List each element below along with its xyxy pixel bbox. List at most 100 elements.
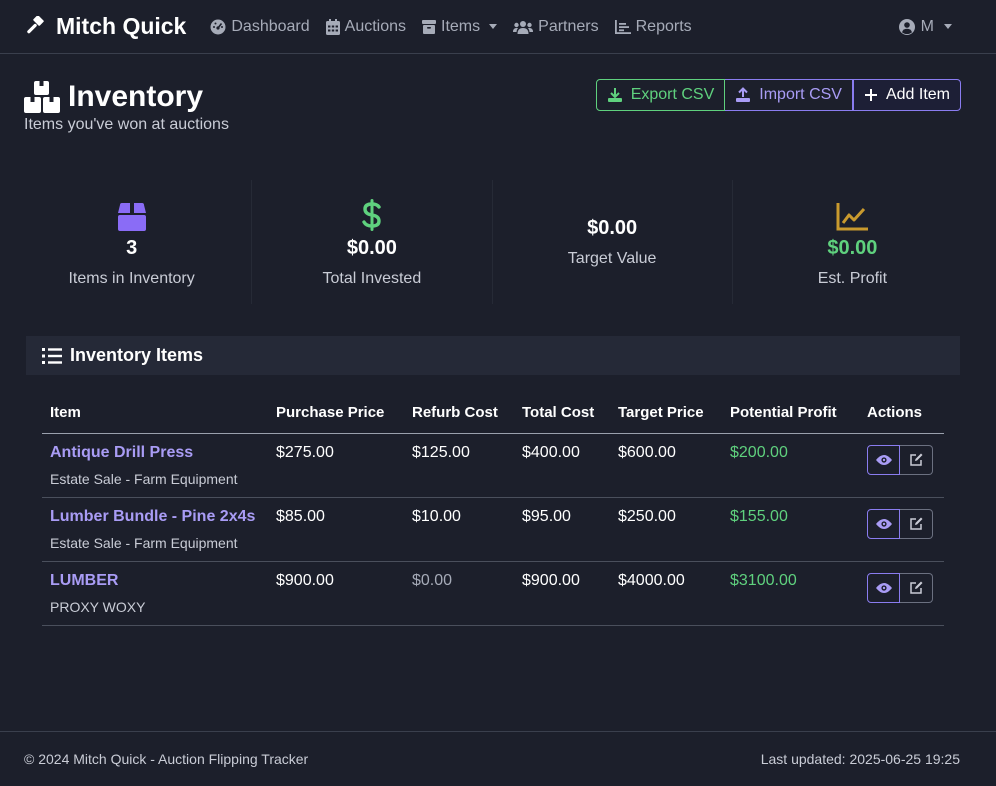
edit-item-button[interactable] xyxy=(900,444,933,475)
card-title: Inventory Items xyxy=(70,345,204,365)
nav-reports[interactable]: Reports xyxy=(614,17,692,36)
gauge-icon xyxy=(210,19,226,35)
footer: © 2024 Mitch Quick - Auction Flipping Tr… xyxy=(0,731,996,786)
item-name-link[interactable]: Antique Drill Press xyxy=(50,444,193,461)
table-row: Lumber Bundle - Pine 2x4s Estate Sale - … xyxy=(42,497,944,562)
archive-icon xyxy=(422,19,437,34)
user-circle-icon xyxy=(898,18,915,35)
view-item-button[interactable] xyxy=(867,572,900,603)
potential-profit-cell: $200.00 xyxy=(722,433,859,498)
stat-label: Items in Inventory xyxy=(68,269,195,287)
upload-icon xyxy=(735,87,751,103)
boxes-icon xyxy=(24,81,60,113)
stat-est-profit: $0.00 Est. Profit xyxy=(733,180,972,304)
edit-icon xyxy=(909,453,923,467)
nav-dashboard-label: Dashboard xyxy=(231,17,310,35)
import-csv-label: Import CSV xyxy=(759,86,842,103)
column-header-item: Item xyxy=(42,392,268,434)
item-name-link[interactable]: Lumber Bundle - Pine 2x4s xyxy=(50,508,255,525)
purchase-price-cell: $85.00 xyxy=(268,497,404,562)
edit-item-button[interactable] xyxy=(900,572,933,603)
nav-partners-label: Partners xyxy=(538,17,599,35)
footer-copyright: © 2024 Mitch Quick - Auction Flipping Tr… xyxy=(24,751,309,767)
nav-auctions-label: Auctions xyxy=(344,17,407,35)
gavel-icon xyxy=(24,15,48,38)
box-icon xyxy=(117,202,147,231)
user-menu-dropdown[interactable]: M xyxy=(898,17,952,36)
row-actions xyxy=(867,508,936,539)
stat-value: $0.00 xyxy=(827,236,878,259)
nav-reports-label: Reports xyxy=(635,17,692,35)
page-subtitle: Items you've won at auctions xyxy=(24,116,229,133)
column-header-target-price: Target Price xyxy=(610,392,722,434)
export-csv-button[interactable]: Export CSV xyxy=(595,79,726,111)
dollar-icon xyxy=(362,198,382,231)
stats-row: 3 Items in Inventory $0.00 Total Investe… xyxy=(12,180,972,304)
table-row: LUMBER PROXY WOXY $900.00 $0.00 $900.00 … xyxy=(42,561,944,626)
chart-bar-icon xyxy=(614,19,631,34)
row-actions xyxy=(867,444,936,475)
stat-items-in-inventory: 3 Items in Inventory xyxy=(12,180,253,304)
view-item-button[interactable] xyxy=(867,508,900,539)
table-header-row: Item Purchase Price Refurb Cost Total Co… xyxy=(42,392,944,434)
target-price-cell: $4000.00 xyxy=(610,561,722,626)
item-source: PROXY WOXY xyxy=(50,598,146,615)
navbar: Mitch Quick Dashboard Auctions Items Par… xyxy=(0,0,996,54)
plus-icon xyxy=(864,88,878,102)
potential-profit-cell: $3100.00 xyxy=(722,561,859,626)
stat-label: Total Invested xyxy=(322,269,422,287)
total-cost-cell: $900.00 xyxy=(514,561,610,626)
caret-down-icon xyxy=(944,24,952,29)
stat-label: Target Value xyxy=(567,249,657,267)
stat-value: 3 xyxy=(126,236,138,259)
row-actions xyxy=(867,572,936,603)
inventory-table: Item Purchase Price Refurb Cost Total Co… xyxy=(42,392,944,626)
item-name-link[interactable]: LUMBER xyxy=(50,572,118,589)
edit-item-button[interactable] xyxy=(900,508,933,539)
main-nav: Dashboard Auctions Items Partners Report… xyxy=(210,17,692,36)
purchase-price-cell: $900.00 xyxy=(268,561,404,626)
download-icon xyxy=(607,87,623,103)
page-header: Inventory Items you've won at auctions xyxy=(24,80,229,134)
eye-icon xyxy=(875,582,892,594)
edit-icon xyxy=(909,517,923,531)
refurb-cost-cell: $10.00 xyxy=(404,497,514,562)
list-icon xyxy=(42,347,62,364)
stat-value: $0.00 xyxy=(346,236,397,259)
nav-items-dropdown[interactable]: Items xyxy=(422,18,498,36)
item-source: Estate Sale - Farm Equipment xyxy=(50,534,238,551)
footer-last-updated: Last updated: 2025-06-25 19:25 xyxy=(760,751,960,767)
export-csv-label: Export CSV xyxy=(630,86,715,103)
stat-value: $0.00 xyxy=(587,216,638,239)
nav-partners[interactable]: Partners xyxy=(513,17,599,36)
import-csv-button[interactable]: Import CSV xyxy=(725,79,853,111)
column-header-total-cost: Total Cost xyxy=(514,392,610,434)
chart-line-icon xyxy=(836,202,869,231)
target-price-cell: $250.00 xyxy=(610,497,722,562)
nav-dashboard[interactable]: Dashboard xyxy=(210,17,310,36)
header-actions: Export CSV Import CSV Add Item xyxy=(595,79,961,111)
users-icon xyxy=(513,20,534,34)
nav-auctions[interactable]: Auctions xyxy=(325,17,407,36)
table-row: Antique Drill Press Estate Sale - Farm E… xyxy=(42,433,944,498)
total-cost-cell: $95.00 xyxy=(514,497,610,562)
page-title: Inventory xyxy=(68,80,204,113)
add-item-label: Add Item xyxy=(885,86,950,103)
view-item-button[interactable] xyxy=(867,444,900,475)
purchase-price-cell: $275.00 xyxy=(268,433,404,498)
calendar-icon xyxy=(325,18,340,35)
column-header-actions: Actions xyxy=(859,392,944,434)
add-item-button[interactable]: Add Item xyxy=(852,79,961,111)
column-header-refurb-cost: Refurb Cost xyxy=(404,392,514,434)
target-price-cell: $600.00 xyxy=(610,433,722,498)
potential-profit-cell: $155.00 xyxy=(722,497,859,562)
inventory-card-header: Inventory Items xyxy=(26,336,960,375)
user-initial: M xyxy=(920,17,934,35)
item-source: Estate Sale - Farm Equipment xyxy=(50,470,238,487)
stat-total-invested: $0.00 Total Invested xyxy=(252,180,493,304)
stat-label: Est. Profit xyxy=(817,269,888,287)
refurb-cost-cell: $0.00 xyxy=(404,561,514,626)
brand-link[interactable]: Mitch Quick xyxy=(24,13,186,40)
edit-icon xyxy=(909,581,923,595)
eye-icon xyxy=(875,518,892,530)
